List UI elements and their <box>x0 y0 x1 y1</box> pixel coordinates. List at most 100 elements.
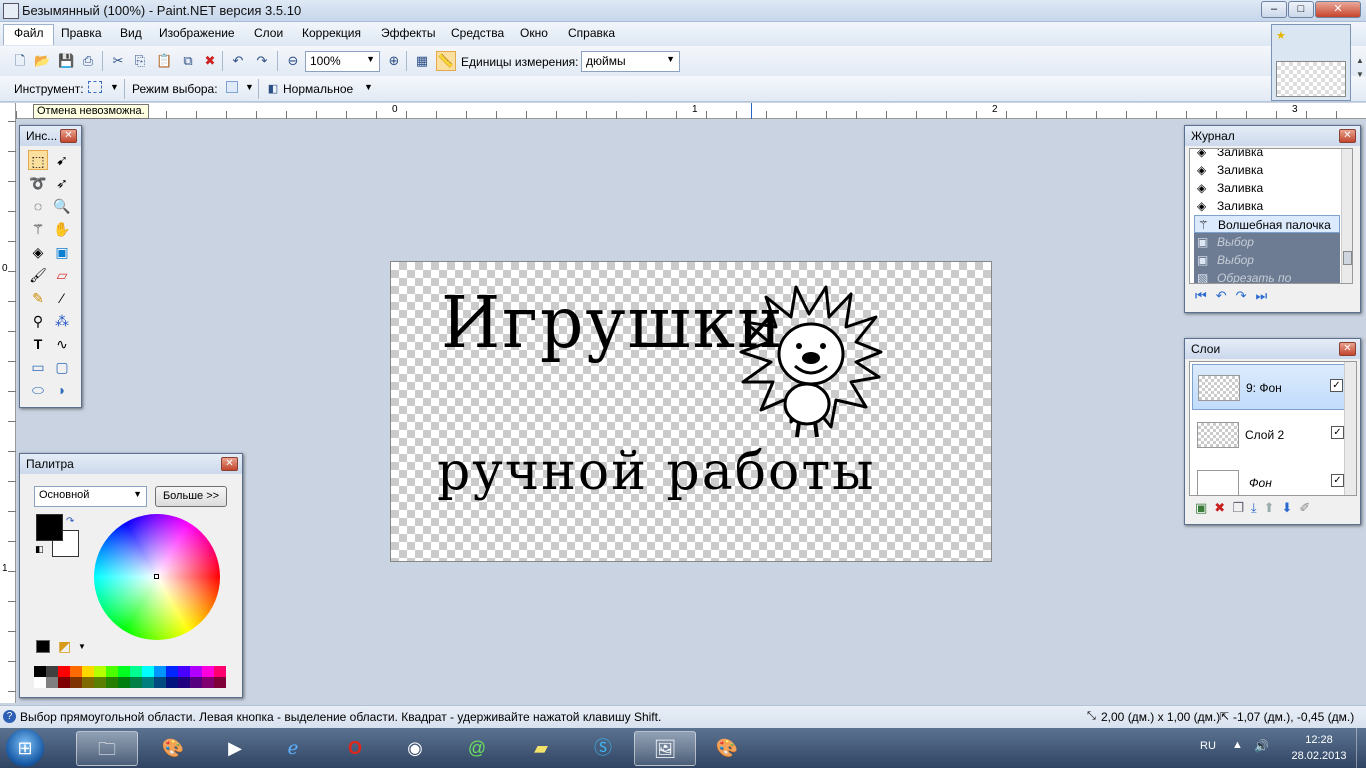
opera-icon[interactable]: O <box>324 731 386 766</box>
explorer-icon[interactable]: 🗀 <box>76 731 138 766</box>
zoom-tool[interactable]: 🔍 <box>52 196 72 216</box>
color-swatch[interactable] <box>202 666 214 677</box>
palette-mode-combo[interactable]: Основной ▼ <box>34 486 147 507</box>
add-color-icon[interactable] <box>36 640 50 653</box>
color-swatch[interactable] <box>142 677 154 688</box>
layer-row[interactable]: Слой 2 ✓ <box>1192 412 1354 458</box>
palette-menu-icon[interactable]: ◩ <box>58 638 71 655</box>
color-swatch[interactable] <box>190 666 202 677</box>
history-item-fill[interactable]: ◈ Заливка <box>1194 161 1340 179</box>
color-swatch[interactable] <box>58 677 70 688</box>
delete-layer-icon[interactable]: ✖ <box>1214 500 1232 515</box>
rounded-rect-tool[interactable]: ▢ <box>52 357 72 377</box>
start-button[interactable]: ⊞ <box>6 729 44 767</box>
duplicate-layer-icon[interactable]: ❐ <box>1232 500 1251 515</box>
menu-help[interactable]: Справка <box>568 26 615 40</box>
move-up-icon[interactable]: ⬆ <box>1264 500 1282 515</box>
blend-mode-icon[interactable]: ◧ <box>265 81 281 97</box>
color-swatch[interactable] <box>34 666 46 677</box>
color-swatch[interactable] <box>82 666 94 677</box>
print-icon[interactable]: ⎙ <box>80 53 96 69</box>
maximize-button[interactable]: □ <box>1288 1 1314 18</box>
rect-select-tool[interactable]: ⬚ <box>28 150 48 170</box>
layer-visibility-checkbox[interactable]: ✓ <box>1331 474 1344 487</box>
color-swatch[interactable] <box>46 677 58 688</box>
close-button[interactable]: ✕ <box>1315 1 1361 18</box>
swap-colors-icon[interactable]: ↷ <box>66 516 74 527</box>
crop-icon[interactable]: ⧉ <box>180 53 196 69</box>
menu-file[interactable]: Файл <box>14 26 44 40</box>
scroll-thumb[interactable] <box>1343 251 1352 265</box>
history-controls[interactable]: ⏮↶↷⏭ <box>1195 288 1276 304</box>
rect-select-tool-icon[interactable] <box>88 81 102 93</box>
copy-icon[interactable]: ⎘ <box>132 53 148 69</box>
paintbrush-tool[interactable]: 🖌 <box>28 265 48 285</box>
layer-visibility-checkbox[interactable]: ✓ <box>1330 379 1343 392</box>
history-item-fill[interactable]: ◈ Заливка <box>1194 179 1340 197</box>
tray-arrow-icon[interactable]: ▲ <box>1232 739 1243 751</box>
chevron-down-icon[interactable]: ▼ <box>110 82 119 92</box>
move-selection-tool[interactable]: ➶ <box>52 173 72 193</box>
volume-icon[interactable]: 🔊 <box>1254 739 1269 753</box>
move-down-icon[interactable]: ⬇ <box>1282 500 1300 515</box>
sticky-notes-icon[interactable]: ▰ <box>510 731 572 766</box>
clock-time[interactable]: 12:28 <box>1288 734 1350 746</box>
layer-controls[interactable]: ▣✖❐⤓⬆⬇✐ <box>1195 500 1317 516</box>
chevron-down-icon[interactable]: ▼ <box>364 82 373 92</box>
color-swatch[interactable] <box>130 666 142 677</box>
color-swatch[interactable] <box>118 666 130 677</box>
color-swatch[interactable] <box>154 677 166 688</box>
menu-utilities[interactable]: Средства <box>451 26 504 40</box>
text-tool[interactable]: T <box>28 334 48 354</box>
color-swatch[interactable] <box>214 677 226 688</box>
color-swatch[interactable] <box>154 666 166 677</box>
undo-icon[interactable]: ↶ <box>230 53 246 69</box>
eraser-tool[interactable]: ▱ <box>52 265 72 285</box>
more-colors-button[interactable]: Больше >> <box>155 486 227 507</box>
history-item-magic-wand[interactable]: ⚚ Волшебная палочка <box>1194 215 1340 233</box>
history-item-crop[interactable]: ▧Обрезать по выделен... <box>1194 269 1340 283</box>
layer-properties-icon[interactable]: ✐ <box>1299 500 1317 515</box>
color-swatch[interactable] <box>82 677 94 688</box>
skype-icon[interactable]: Ⓢ <box>572 731 634 766</box>
layer-visibility-checkbox[interactable]: ✓ <box>1331 426 1344 439</box>
show-desktop-button[interactable] <box>1356 728 1366 768</box>
cut-icon[interactable]: ✂ <box>110 53 126 69</box>
paste-icon[interactable]: 📋 <box>156 53 172 69</box>
primary-color[interactable] <box>36 514 63 541</box>
rulers-icon[interactable]: 📏 <box>436 51 456 71</box>
open-icon[interactable]: 📂 <box>34 53 50 69</box>
freeform-shape-tool[interactable]: ◗ <box>52 380 72 400</box>
magic-wand-tool[interactable]: ⚚ <box>28 219 48 239</box>
history-item-rect-select[interactable]: ▣Выбор прямоугольной... <box>1194 251 1340 281</box>
palette-swatches[interactable] <box>34 666 228 688</box>
color-swatch[interactable] <box>58 666 70 677</box>
ellipse-tool[interactable]: ⬭ <box>28 380 48 400</box>
close-icon[interactable]: ✕ <box>1339 129 1356 143</box>
ellipse-select-tool[interactable]: ◌ <box>28 196 48 216</box>
close-icon[interactable]: ✕ <box>1339 342 1356 356</box>
chevron-down-icon[interactable]: ▼ <box>78 642 86 651</box>
menu-effects[interactable]: Эффекты <box>381 26 436 40</box>
color-swatch[interactable] <box>106 666 118 677</box>
clone-stamp-tool[interactable]: ⚲ <box>28 311 48 331</box>
deselect-icon[interactable]: ✖ <box>202 53 218 69</box>
zoom-in-icon[interactable]: ⊕ <box>386 53 402 69</box>
color-swatch[interactable] <box>166 666 178 677</box>
paint-bucket-tool[interactable]: ◈ <box>28 242 48 262</box>
close-icon[interactable]: ✕ <box>60 129 77 143</box>
color-swatch[interactable] <box>46 666 58 677</box>
color-swatch[interactable] <box>202 677 214 688</box>
language-indicator[interactable]: RU <box>1200 740 1216 752</box>
pan-tool[interactable]: ✋ <box>52 219 72 239</box>
color-swatch[interactable] <box>190 677 202 688</box>
color-swatch[interactable] <box>34 677 46 688</box>
color-swatch[interactable] <box>70 666 82 677</box>
history-item-fill[interactable]: ◈ Заливка <box>1194 197 1340 215</box>
menu-layers[interactable]: Слои <box>254 26 283 40</box>
chevron-down-icon[interactable]: ▼ <box>245 82 254 92</box>
gradient-tool[interactable]: ▣ <box>52 242 72 262</box>
menu-view[interactable]: Вид <box>120 26 142 40</box>
blend-mode-value[interactable]: Нормальное <box>283 82 353 96</box>
minimize-button[interactable]: – <box>1261 1 1287 18</box>
